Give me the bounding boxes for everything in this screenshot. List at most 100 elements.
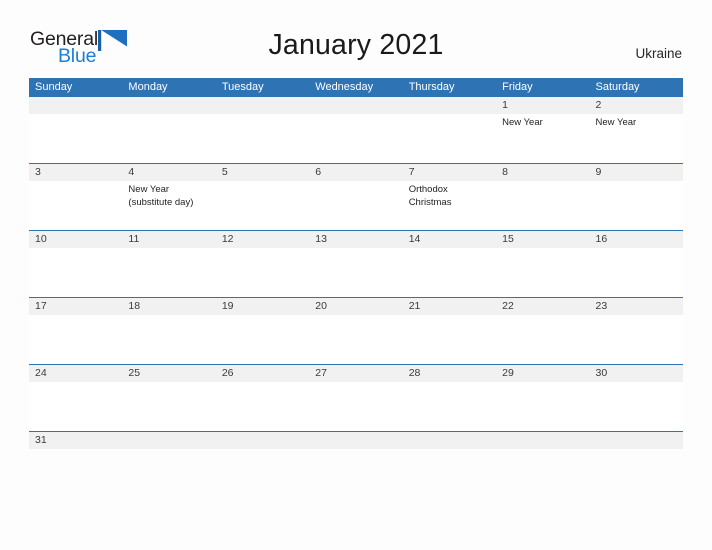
day-number: 14 — [402, 231, 497, 248]
day-cell-20[interactable]: 20 — [309, 298, 403, 364]
day-number: 31 — [29, 432, 123, 449]
day-number: 5 — [215, 164, 310, 181]
calendar-table: Sunday Monday Tuesday Wednesday Thursday Frid… — [29, 78, 683, 449]
day-cell-empty — [309, 432, 403, 449]
day-number: 12 — [215, 231, 310, 248]
day-number — [122, 432, 216, 449]
day-cell-empty — [215, 97, 310, 163]
day-cell-10[interactable]: 10 — [29, 231, 123, 297]
day-number: 24 — [29, 365, 123, 382]
calendar-week-row: 31 — [29, 431, 683, 449]
day-cell-empty — [122, 97, 216, 163]
calendar-week-row: 24 25 26 27 28 29 30 — [29, 364, 683, 431]
day-number — [215, 432, 310, 449]
day-number: 11 — [122, 231, 216, 248]
weekday-header-saturday: Saturday — [595, 81, 640, 93]
day-cell-12[interactable]: 12 — [215, 231, 310, 297]
day-cell-28[interactable]: 28 — [402, 365, 497, 431]
weekday-header-wednesday: Wednesday — [315, 81, 374, 93]
day-number: 16 — [589, 231, 683, 248]
day-number: 21 — [402, 298, 497, 315]
weekday-header-friday: Friday — [502, 81, 533, 93]
day-number: 17 — [29, 298, 123, 315]
weekday-header-thursday: Thursday — [408, 81, 455, 93]
day-events: New Year — [496, 114, 589, 130]
day-number: 26 — [215, 365, 310, 382]
day-events: New Year (substitute day) — [122, 181, 215, 209]
day-cell-3[interactable]: 3 — [29, 164, 123, 230]
weekday-header-row: Sunday Monday Tuesday Wednesday Thursday Frid… — [29, 78, 683, 97]
event-label: New Year — [502, 117, 543, 128]
day-cell-6[interactable]: 6 — [309, 164, 403, 230]
day-cell-18[interactable]: 18 — [122, 298, 216, 364]
day-cell-empty — [402, 432, 497, 449]
day-cell-31[interactable]: 31 — [29, 432, 123, 449]
day-number — [215, 97, 310, 114]
country-label: Ukraine — [635, 46, 682, 61]
day-number: 15 — [496, 231, 590, 248]
day-number — [402, 97, 497, 114]
day-cell-empty — [589, 432, 683, 449]
day-cell-22[interactable]: 22 — [496, 298, 590, 364]
day-number: 7 — [402, 164, 497, 181]
day-number: 19 — [215, 298, 310, 315]
event-label: Orthodox Christmas — [408, 184, 452, 208]
day-number: 25 — [122, 365, 216, 382]
day-cell-15[interactable]: 15 — [496, 231, 590, 297]
day-number: 28 — [402, 365, 497, 382]
day-number: 27 — [309, 365, 403, 382]
weekday-header-monday: Monday — [128, 81, 168, 93]
day-cell-30[interactable]: 30 — [589, 365, 683, 431]
event-label: New Year — [595, 117, 637, 128]
day-number — [309, 97, 403, 114]
day-cell-26[interactable]: 26 — [215, 365, 310, 431]
day-number — [589, 432, 683, 449]
day-cell-13[interactable]: 13 — [309, 231, 403, 297]
day-cell-29[interactable]: 29 — [496, 365, 590, 431]
day-number — [496, 432, 590, 449]
day-cell-25[interactable]: 25 — [122, 365, 216, 431]
day-cell-21[interactable]: 21 — [402, 298, 497, 364]
day-cell-17[interactable]: 17 — [29, 298, 123, 364]
page-header: General Blue January 2021 Ukraine — [0, 0, 712, 76]
calendar-week-row: 17 18 19 20 21 22 23 — [29, 297, 683, 364]
weekday-header-sunday: Sunday — [35, 81, 73, 93]
day-cell-16[interactable]: 16 — [589, 231, 683, 297]
weekday-header-tuesday: Tuesday — [221, 81, 264, 93]
day-events: Orthodox Christmas — [403, 181, 496, 209]
day-cell-empty — [496, 432, 590, 449]
day-cell-14[interactable]: 14 — [402, 231, 497, 297]
day-cell-8[interactable]: 8 — [496, 164, 590, 230]
day-number: 3 — [29, 164, 123, 181]
day-number: 29 — [496, 365, 590, 382]
day-cell-2[interactable]: 2 New Year — [589, 97, 683, 163]
day-cell-7[interactable]: 7 Orthodox Christmas — [402, 164, 497, 230]
day-cell-23[interactable]: 23 — [589, 298, 683, 364]
day-cell-5[interactable]: 5 — [215, 164, 310, 230]
day-cell-1[interactable]: 1 New Year — [496, 97, 590, 163]
day-cell-19[interactable]: 19 — [215, 298, 310, 364]
day-number: 13 — [309, 231, 403, 248]
day-cell-27[interactable]: 27 — [309, 365, 403, 431]
calendar-week-row: 10 11 12 13 14 15 16 — [29, 230, 683, 297]
day-cell-empty — [402, 97, 497, 163]
day-cell-empty — [309, 97, 403, 163]
day-number: 4 — [122, 164, 216, 181]
day-cell-empty — [29, 97, 123, 163]
day-cell-24[interactable]: 24 — [29, 365, 123, 431]
day-number: 30 — [589, 365, 683, 382]
day-number — [29, 97, 123, 114]
page-title: January 2021 — [268, 29, 444, 61]
day-number: 2 — [589, 97, 683, 114]
day-cell-9[interactable]: 9 — [589, 164, 683, 230]
day-cell-11[interactable]: 11 — [122, 231, 216, 297]
day-number: 20 — [309, 298, 403, 315]
day-number: 8 — [496, 164, 590, 181]
day-number: 22 — [496, 298, 590, 315]
day-number — [402, 432, 497, 449]
calendar-week-row: 3 4 New Year (substitute day) 5 6 7 Orthodox C… — [29, 163, 683, 230]
day-number — [122, 97, 216, 114]
day-number: 9 — [589, 164, 683, 181]
day-number: 10 — [29, 231, 123, 248]
day-cell-4[interactable]: 4 New Year (substitute day) — [122, 164, 216, 230]
